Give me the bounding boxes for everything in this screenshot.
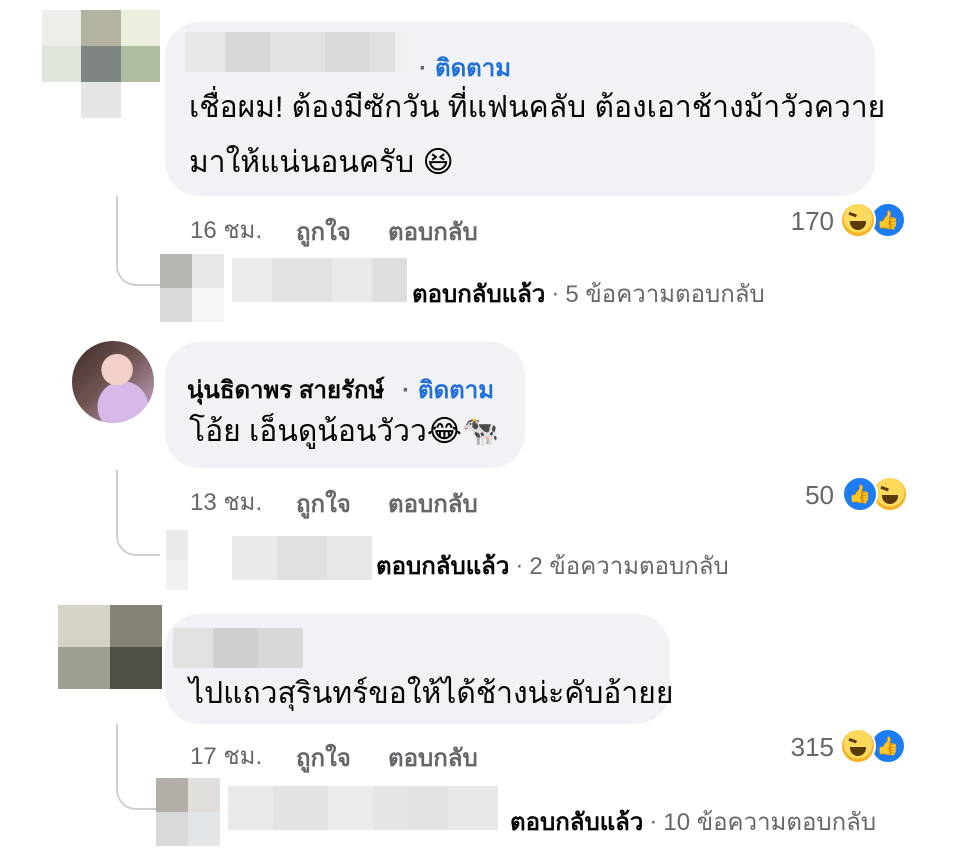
comment-bubble: · ติดตาม เชื่อผม! ต้องมีซักวัน ที่แฟนคลับ…: [165, 22, 885, 196]
reply-button[interactable]: ตอบกลับ: [388, 738, 478, 777]
comment-text: ไปแถวสุรินทร์ขอให้ได้ช้างน่ะคับอ้ายย: [189, 677, 674, 710]
avatar[interactable]: [72, 341, 154, 423]
like-icon[interactable]: 👍: [842, 476, 878, 512]
follow-label[interactable]: ติดตาม: [435, 55, 511, 82]
author-name-blurred[interactable]: [173, 628, 303, 668]
comment-bubble: นุ่นธิดาพร สายรักษ์ · ติดตาม โอ้ย เอ็นดูน…: [165, 342, 525, 468]
view-replies-link[interactable]: ตอบกลับแล้ว · 10 ข้อความตอบกลับ: [506, 802, 876, 841]
like-button[interactable]: ถูกใจ: [296, 212, 351, 251]
comment-time[interactable]: 16 ชม.: [190, 210, 262, 249]
replies-summary[interactable]: 2 ข้อความตอบกลับ: [529, 546, 728, 585]
comment-text-line-1: เชื่อผม! ต้องมีซักวัน ที่แฟนคลับ ต้องเอา…: [189, 91, 886, 124]
thread-connector: [116, 196, 160, 286]
replies-summary[interactable]: 10 ข้อความตอบกลับ: [663, 802, 876, 841]
reply-author-blurred[interactable]: [232, 536, 372, 580]
avatar-blurred[interactable]: [42, 10, 160, 118]
reply-avatar-blurred[interactable]: [160, 254, 224, 322]
follow-label[interactable]: ติดตาม: [418, 377, 494, 404]
like-button[interactable]: ถูกใจ: [296, 484, 351, 523]
comment-text: โอ้ย เอ็นดูน้อนวัวว😂🐄: [189, 415, 500, 448]
comment-text-line-2: มาให้แน่นอนครับ 😆: [189, 146, 454, 179]
replies-summary[interactable]: 5 ข้อความตอบกลับ: [565, 274, 764, 313]
view-replies-link[interactable]: ตอบกลับแล้ว · 2 ข้อความตอบกลับ: [372, 546, 729, 585]
reply-author-blurred[interactable]: [228, 786, 498, 830]
like-button[interactable]: ถูกใจ: [296, 738, 351, 777]
haha-icon[interactable]: [840, 202, 876, 238]
author-name-blurred[interactable]: [185, 32, 413, 72]
reaction-count[interactable]: 50: [770, 480, 834, 511]
thread-connector: [116, 724, 160, 810]
reply-avatar-blurred[interactable]: [156, 778, 220, 846]
replied-label[interactable]: ตอบกลับแล้ว: [510, 802, 643, 841]
haha-icon[interactable]: [840, 728, 876, 764]
reaction-count[interactable]: 170: [770, 206, 834, 237]
comment-time[interactable]: 17 ชม.: [190, 736, 262, 775]
reply-button[interactable]: ตอบกลับ: [388, 212, 478, 251]
replied-label[interactable]: ตอบกลับแล้ว: [412, 274, 545, 313]
reply-button[interactable]: ตอบกลับ: [388, 484, 478, 523]
thread-connector: [116, 470, 160, 556]
view-replies-link[interactable]: ตอบกลับแล้ว · 5 ข้อความตอบกลับ: [408, 274, 765, 313]
reply-avatar-blurred[interactable]: [166, 530, 210, 590]
reply-author-blurred[interactable]: [232, 258, 407, 302]
comment-bubble: ไปแถวสุรินทร์ขอให้ได้ช้างน่ะคับอ้ายย: [165, 614, 674, 724]
avatar-blurred[interactable]: [58, 605, 162, 689]
replied-label[interactable]: ตอบกลับแล้ว: [376, 546, 509, 585]
comment-time[interactable]: 13 ชม.: [190, 482, 262, 521]
reaction-count[interactable]: 315: [770, 732, 834, 763]
